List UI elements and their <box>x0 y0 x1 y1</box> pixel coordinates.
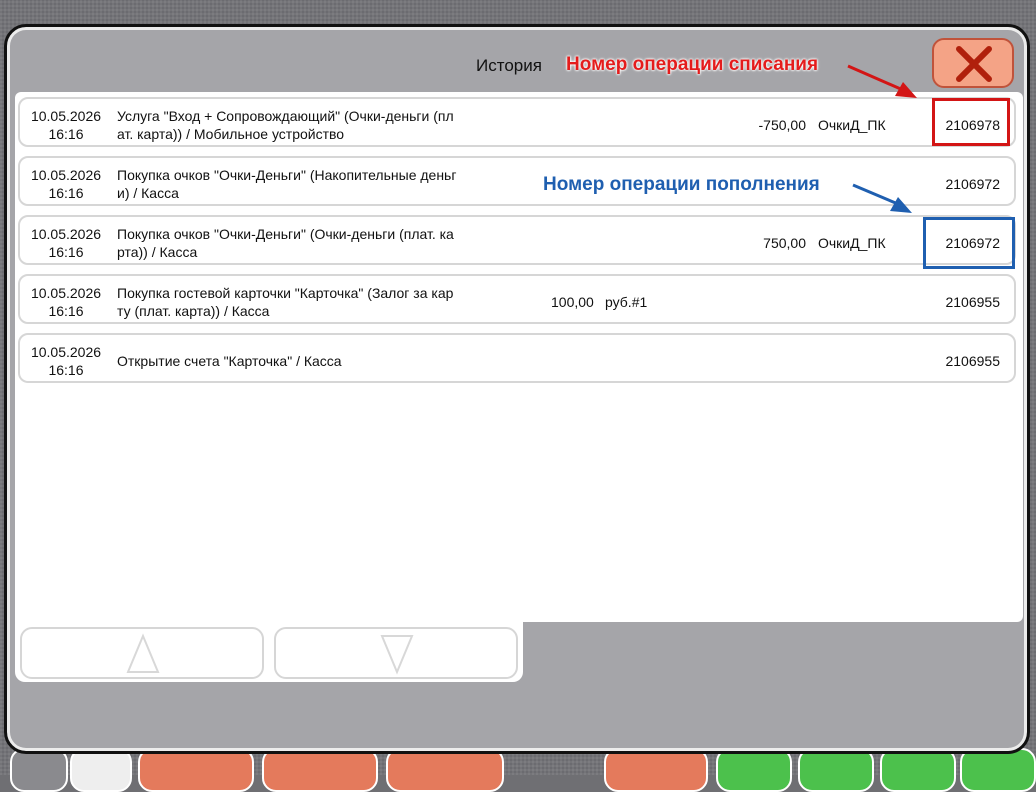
row-currency: руб.#1 <box>605 294 648 310</box>
row-desc-line1: Покупка очков "Очки-Деньги" (Накопительн… <box>117 167 457 183</box>
bottom-button <box>960 748 1036 792</box>
debit-operation-annotation: Номер операции списания <box>566 54 819 75</box>
row-description: Покупка очков "Очки-Деньги" (Накопительн… <box>117 166 487 202</box>
row-description: Услуга "Вход + Сопровождающий" (Очки-ден… <box>117 107 487 143</box>
row-description: Покупка гостевой карточки "Карточка" (За… <box>117 284 487 320</box>
history-row[interactable]: 10.05.2026 16:16 Открытие счета "Карточк… <box>18 333 1016 383</box>
row-date: 10.05.2026 <box>30 108 102 124</box>
bottom-button <box>716 748 792 792</box>
bottom-button <box>880 748 956 792</box>
row-desc-line1: Покупка гостевой карточки "Карточка" (За… <box>117 285 454 301</box>
row-datetime: 10.05.2026 16:16 <box>28 107 104 143</box>
dialog-title: История <box>476 56 542 75</box>
row-desc-line2: ту (плат. карта)) / Касса <box>117 303 270 319</box>
row-datetime: 10.05.2026 16:16 <box>28 284 104 320</box>
triangle-down-icon <box>380 635 414 675</box>
row-datetime: 10.05.2026 16:16 <box>28 166 104 202</box>
bottom-button <box>604 748 708 792</box>
row-time: 16:16 <box>48 185 84 201</box>
row-time: 16:16 <box>48 126 84 142</box>
triangle-up-icon <box>126 633 160 673</box>
row-currency: ОчкиД_ПК <box>818 235 886 251</box>
row-desc-line1: Покупка очков "Очки-Деньги" (Очки-деньги… <box>117 226 454 242</box>
credit-operation-highlight <box>923 217 1015 269</box>
row-operation-number: 2106955 <box>945 353 1000 369</box>
row-time: 16:16 <box>48 362 84 378</box>
row-time: 16:16 <box>48 244 84 260</box>
row-operation-number: 2106972 <box>945 176 1000 192</box>
bottom-button <box>262 748 378 792</box>
row-desc-line2: рта)) / Касса <box>117 244 198 260</box>
row-datetime: 10.05.2026 16:16 <box>28 225 104 261</box>
row-date: 10.05.2026 <box>30 285 102 301</box>
close-icon <box>956 46 992 82</box>
row-time: 16:16 <box>48 303 84 319</box>
bottom-button <box>798 748 874 792</box>
row-desc-line2: ат. карта)) / Мобильное устройство <box>117 126 345 142</box>
row-desc-line2: и) / Касса <box>117 185 179 201</box>
row-description: Покупка очков "Очки-Деньги" (Очки-деньги… <box>117 225 487 261</box>
history-row[interactable]: 10.05.2026 16:16 Покупка гостевой карточ… <box>18 274 1016 324</box>
row-desc-line1: Услуга "Вход + Сопровождающий" (Очки-ден… <box>117 108 454 124</box>
red-arrow-icon <box>847 64 917 98</box>
bottom-button <box>138 748 254 792</box>
close-button[interactable] <box>932 38 1014 88</box>
bottom-button <box>386 748 504 792</box>
row-date: 10.05.2026 <box>30 344 102 360</box>
bottom-button <box>70 748 132 792</box>
history-row[interactable]: 10.05.2026 16:16 Покупка очков "Очки-Ден… <box>18 215 1016 265</box>
row-desc-line1: Открытие счета "Карточка" / Касса <box>117 353 342 369</box>
row-amount: 750,00 <box>763 235 806 251</box>
row-currency: ОчкиД_ПК <box>818 117 886 133</box>
row-amount: -750,00 <box>758 117 806 133</box>
credit-operation-annotation: Номер операции пополнения <box>543 174 820 195</box>
scroll-up-button[interactable] <box>20 627 264 679</box>
blue-arrow-icon <box>852 183 912 213</box>
row-operation-number: 2106955 <box>945 294 1000 310</box>
bottom-button <box>10 748 68 792</box>
row-description: Открытие счета "Карточка" / Касса <box>117 352 487 370</box>
row-amount: 100,00 <box>551 294 594 310</box>
row-date: 10.05.2026 <box>30 226 102 242</box>
row-date: 10.05.2026 <box>30 167 102 183</box>
row-datetime: 10.05.2026 16:16 <box>28 343 104 379</box>
debit-operation-highlight <box>932 98 1010 146</box>
scroll-down-button[interactable] <box>274 627 518 679</box>
